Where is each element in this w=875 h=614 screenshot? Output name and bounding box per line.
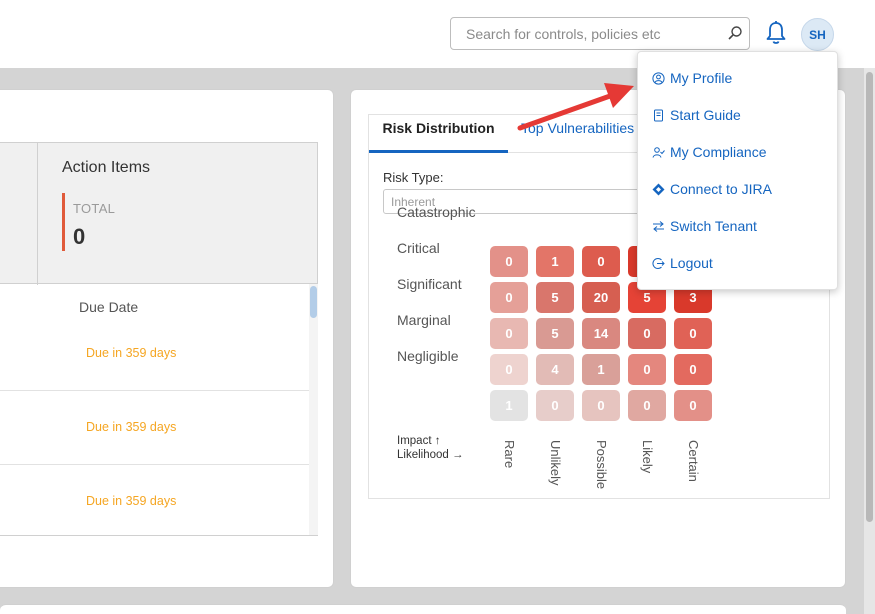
table-scrollbar[interactable]	[309, 284, 318, 535]
risk-cell[interactable]: 0	[582, 246, 620, 277]
row-label-critical: Critical	[397, 240, 440, 256]
col-label-rare: Rare	[502, 440, 517, 469]
menu-item-my-profile[interactable]: My Profile	[638, 63, 837, 93]
row-label-catastrophic: Catastrophic	[397, 204, 476, 220]
row-divider	[0, 390, 309, 391]
col-label-certain: Certain	[686, 440, 701, 482]
risk-type-label: Risk Type:	[383, 170, 444, 185]
search-box[interactable]	[450, 17, 750, 50]
tab-top-vulnerabilities[interactable]: Top Vulnerabilities	[521, 115, 634, 153]
risk-cell[interactable]: 0	[582, 390, 620, 421]
risk-cell[interactable]: 0	[628, 390, 666, 421]
next-card-edge	[0, 604, 846, 614]
tab-risk-distribution[interactable]: Risk Distribution	[369, 115, 508, 153]
impact-axis-label: Impact ↑	[397, 435, 441, 447]
action-items-table: Due Date Due in 359 days Due in 359 days…	[0, 284, 318, 536]
bell-icon[interactable]	[764, 20, 788, 46]
risk-cell[interactable]: 5	[536, 282, 574, 313]
risk-cell[interactable]: 5	[536, 318, 574, 349]
user-circle-icon	[652, 71, 665, 85]
action-items-card: Action Items TOTAL 0 Due Date Due in 359…	[0, 89, 334, 588]
menu-item-label: Logout	[670, 255, 713, 271]
total-value: 0	[73, 224, 86, 249]
likelihood-axis-label: Likelihood →	[397, 449, 464, 461]
menu-item-label: My Compliance	[670, 144, 767, 160]
risk-cell[interactable]: 1	[490, 390, 528, 421]
menu-item-logout[interactable]: Logout	[638, 248, 837, 278]
search-input[interactable]	[451, 18, 721, 49]
page-scrollbar[interactable]	[864, 68, 875, 614]
menu-item-label: My Profile	[670, 70, 733, 86]
table-scrollbar-thumb[interactable]	[310, 286, 317, 318]
book-icon	[654, 109, 663, 121]
row-label-negligible: Negligible	[397, 348, 459, 364]
row-divider	[0, 464, 309, 465]
risk-cell[interactable]: 0	[490, 354, 528, 385]
col-label-possible: Possible	[594, 440, 609, 490]
risk-cell[interactable]: 4	[536, 354, 574, 385]
menu-item-label: Connect to JIRA	[670, 181, 772, 197]
due-date-header[interactable]: Due Date	[79, 299, 138, 315]
menu-item-connect-jira[interactable]: Connect to JIRA	[638, 174, 837, 204]
row-label-significant: Significant	[397, 276, 462, 292]
risk-cell[interactable]: 0	[490, 318, 528, 349]
stats-row: Action Items TOTAL 0	[0, 142, 318, 285]
col-label-likely: Likely	[640, 440, 655, 474]
swap-icon	[653, 220, 664, 232]
risk-cell[interactable]: 1	[536, 246, 574, 277]
user-menu: My Profile Start Guide My Compliance Con…	[637, 51, 838, 290]
menu-item-switch-tenant[interactable]: Switch Tenant	[638, 211, 837, 241]
col-label-unlikely: Unlikely	[548, 440, 563, 486]
user-check-icon	[652, 146, 665, 158]
risk-cell[interactable]: 20	[582, 282, 620, 313]
menu-item-label: Switch Tenant	[670, 218, 757, 234]
user-avatar[interactable]: SH	[801, 18, 834, 51]
risk-cell[interactable]: 14	[582, 318, 620, 349]
jira-icon	[652, 183, 665, 195]
risk-cell[interactable]: 0	[674, 318, 712, 349]
total-accent-bar	[62, 193, 65, 251]
menu-item-start-guide[interactable]: Start Guide	[638, 100, 837, 130]
risk-cell[interactable]: 0	[674, 390, 712, 421]
risk-cell[interactable]: 0	[628, 354, 666, 385]
page-scrollbar-thumb[interactable]	[866, 72, 873, 522]
risk-cell[interactable]: 0	[628, 318, 666, 349]
menu-item-my-compliance[interactable]: My Compliance	[638, 137, 837, 167]
risk-cell[interactable]: 0	[674, 354, 712, 385]
due-date-cell: Due in 359 days	[86, 346, 177, 360]
risk-cell[interactable]: 1	[582, 354, 620, 385]
menu-item-label: Start Guide	[670, 107, 741, 123]
action-items-title: Action Items	[62, 159, 151, 176]
risk-cell[interactable]: 0	[490, 282, 528, 313]
row-label-marginal: Marginal	[397, 312, 451, 328]
risk-cell[interactable]: 0	[490, 246, 528, 277]
total-label: TOTAL	[73, 201, 116, 216]
search-icon[interactable]	[727, 25, 743, 41]
due-date-cell: Due in 359 days	[86, 494, 177, 508]
action-items-box[interactable]: Action Items TOTAL 0	[37, 143, 318, 285]
due-date-cell: Due in 359 days	[86, 420, 177, 434]
risk-cell[interactable]: 0	[536, 390, 574, 421]
logout-icon	[652, 257, 665, 269]
